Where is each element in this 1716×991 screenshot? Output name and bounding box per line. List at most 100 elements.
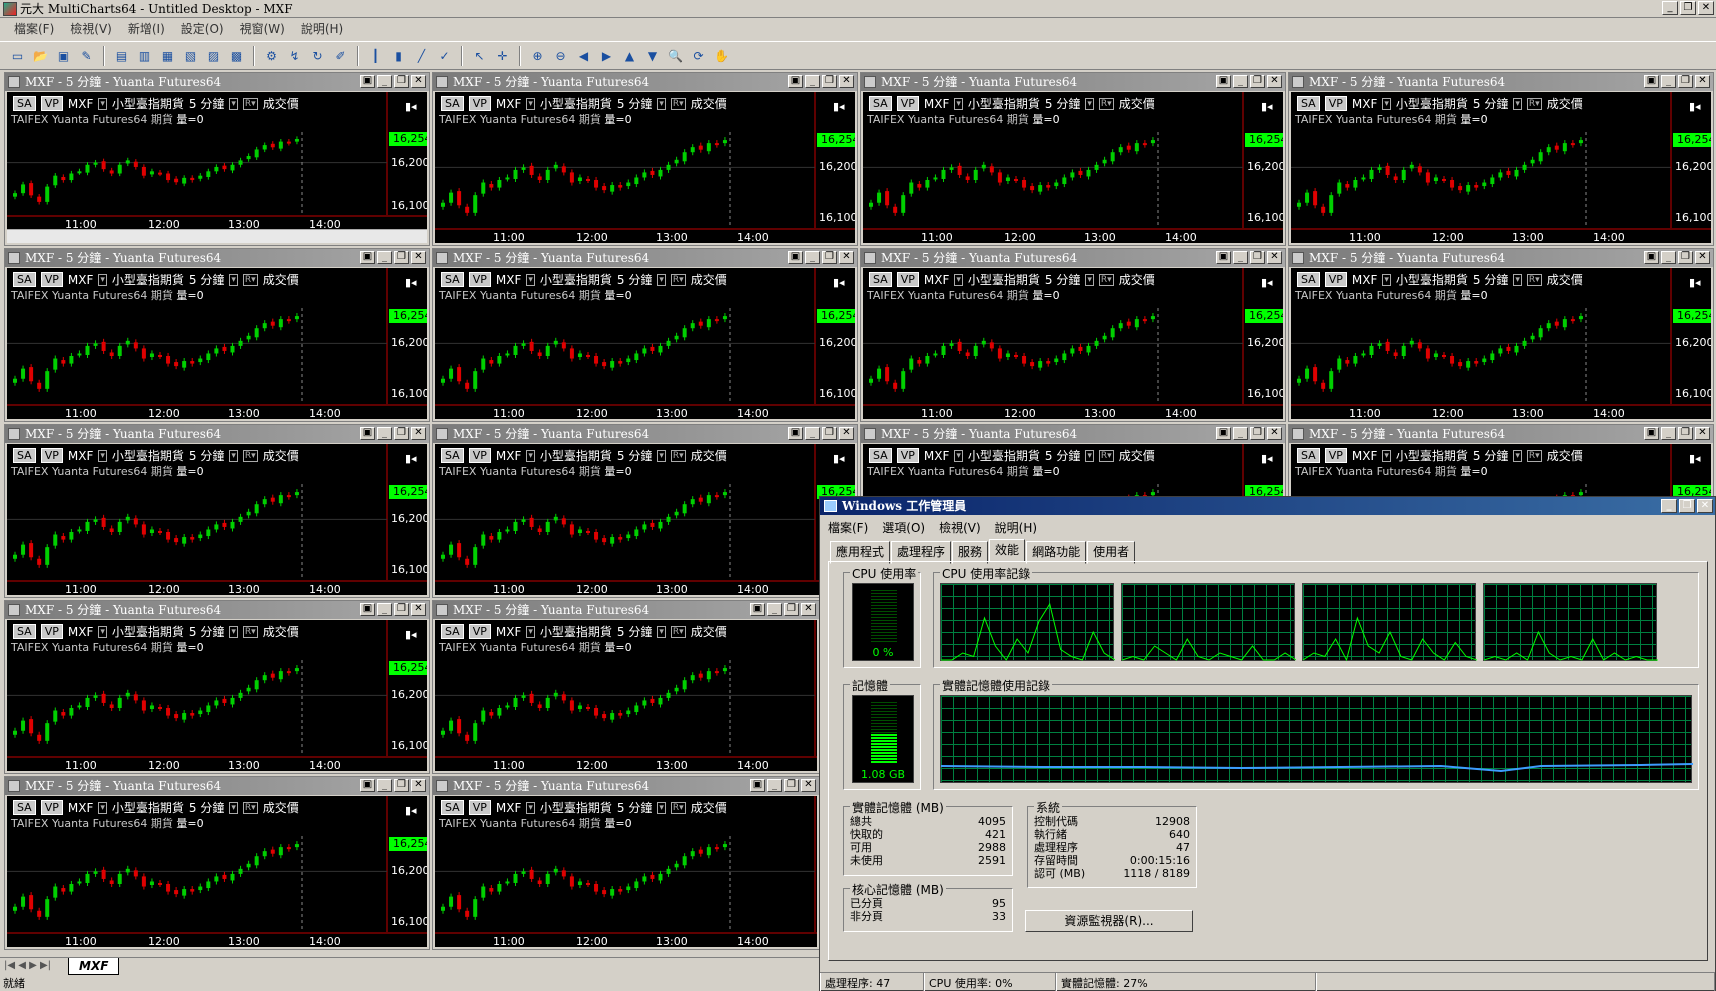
chart-plot-area[interactable]: SA VP MXF ▾ 小型臺指期貨 5 分鐘 ▾ R▾ 成交價 TAIFEX …	[435, 796, 817, 947]
scroll-to-end-icon[interactable]: ▮◂	[1261, 100, 1273, 113]
chart-close-button[interactable]: ✕	[839, 75, 854, 88]
chart-window-titlebar[interactable]: MXF - 5 分鐘 - Yuanta Futures64 ▣ _ ❐ ✕	[5, 73, 429, 91]
save-icon[interactable]: ▣	[54, 46, 73, 65]
scroll-to-end-icon[interactable]: ▮◂	[833, 276, 845, 289]
chart-minimize-button[interactable]: _	[1233, 75, 1248, 88]
sa-button[interactable]: SA	[441, 272, 464, 287]
chart-close-button[interactable]: ✕	[411, 603, 426, 616]
tm-menu-options[interactable]: 選項(O)	[882, 519, 925, 536]
chart-window[interactable]: MXF - 5 分鐘 - Yuanta Futures64 ▣ _ ❐ ✕ SA…	[4, 600, 430, 774]
chart-close-button[interactable]: ✕	[1695, 75, 1710, 88]
chart-window[interactable]: MXF - 5 分鐘 - Yuanta Futures64 ▣ _ ❐ ✕ SA…	[860, 248, 1286, 422]
chart-window[interactable]: MXF - 5 分鐘 - Yuanta Futures64 ▣ _ ❐ ✕ SA…	[4, 424, 430, 598]
chart-close-button[interactable]: ✕	[1695, 427, 1710, 440]
scroll-to-end-icon[interactable]: ▮◂	[405, 804, 417, 817]
chart-format-icon[interactable]: ▣	[360, 779, 375, 792]
insert-indicator-icon[interactable]: ⚙	[262, 46, 281, 65]
dropdown-icon[interactable]: ▾	[98, 97, 107, 110]
interval-dropdown-icon[interactable]: ▾	[657, 273, 666, 286]
edit-icon[interactable]: ✎	[77, 46, 96, 65]
chart-window-titlebar[interactable]: MXF - 5 分鐘 - Yuanta Futures64 ▣ _ ❐ ✕	[861, 425, 1285, 443]
dropdown-icon[interactable]: ▾	[1382, 97, 1391, 110]
chart-format-icon[interactable]: ▣	[750, 779, 765, 792]
sa-button[interactable]: SA	[13, 96, 36, 111]
interval-dropdown-icon[interactable]: ▾	[657, 97, 666, 110]
scroll-to-end-icon[interactable]: ▮◂	[833, 452, 845, 465]
chart-window-titlebar[interactable]: MXF - 5 分鐘 - Yuanta Futures64 ▣ _ ❐ ✕	[1289, 73, 1713, 91]
tab-mxf[interactable]: MXF	[68, 958, 120, 975]
sa-button[interactable]: SA	[1297, 272, 1320, 287]
chart-maximize-button[interactable]: ❐	[394, 251, 409, 264]
chart-minimize-button[interactable]: _	[1233, 427, 1248, 440]
chart-window-titlebar[interactable]: MXF - 5 分鐘 - Yuanta Futures64 ▣ _ ❐ ✕	[5, 249, 429, 267]
price-field-dropdown-icon[interactable]: R▾	[1098, 273, 1114, 286]
tab-performance[interactable]: 效能	[989, 539, 1026, 562]
pointer-icon[interactable]: ↖	[470, 46, 489, 65]
chart-close-button[interactable]: ✕	[1695, 251, 1710, 264]
chart-minimize-button[interactable]: _	[1661, 251, 1676, 264]
vp-button[interactable]: VP	[468, 96, 491, 111]
interval-dropdown-icon[interactable]: ▾	[1085, 449, 1094, 462]
chart-close-button[interactable]: ✕	[411, 427, 426, 440]
new-dom-icon[interactable]: ▦	[158, 46, 177, 65]
vp-button[interactable]: VP	[468, 800, 491, 815]
vp-button[interactable]: VP	[896, 448, 919, 463]
menu-help[interactable]: 說明(H)	[301, 20, 343, 37]
chart-plot-area[interactable]: SA VP MXF ▾ 小型臺指期貨 5 分鐘 ▾ R▾ 成交價 TAIFEX …	[435, 620, 817, 771]
menu-file[interactable]: 檔案(F)	[14, 20, 54, 37]
chart-maximize-button[interactable]: ❐	[394, 603, 409, 616]
chart-minimize-button[interactable]: _	[1233, 251, 1248, 264]
chart-plot-area[interactable]: SA VP MXF ▾ 小型臺指期貨 5 分鐘 ▾ R▾ 成交價 TAIFEX …	[7, 268, 427, 419]
sa-button[interactable]: SA	[441, 624, 464, 639]
chart-maximize-button[interactable]: ❐	[822, 251, 837, 264]
chart-minimize-button[interactable]: _	[377, 427, 392, 440]
dropdown-icon[interactable]: ▾	[98, 801, 107, 814]
price-field-dropdown-icon[interactable]: R▾	[670, 801, 686, 814]
chart-format-icon[interactable]: ▣	[788, 427, 803, 440]
resource-monitor-button[interactable]: 資源監視器(R)...	[1025, 910, 1193, 932]
new-workspace-icon[interactable]: ▭	[8, 46, 27, 65]
down-arrow-icon[interactable]: ▼	[643, 46, 662, 65]
chart-minimize-button[interactable]: _	[767, 603, 782, 616]
chart-minimize-button[interactable]: _	[377, 779, 392, 792]
chart-window-titlebar[interactable]: MXF - 5 分鐘 - Yuanta Futures64 ▣ _ ❐ ✕	[5, 601, 429, 619]
chart-window[interactable]: MXF - 5 分鐘 - Yuanta Futures64 ▣ _ ❐ ✕ SA…	[432, 424, 858, 598]
vp-button[interactable]: VP	[896, 96, 919, 111]
vp-button[interactable]: VP	[40, 800, 63, 815]
chart-window[interactable]: MXF - 5 分鐘 - Yuanta Futures64 ▣ _ ❐ ✕ SA…	[1288, 72, 1714, 246]
interval-dropdown-icon[interactable]: ▾	[229, 97, 238, 110]
interval-dropdown-icon[interactable]: ▾	[229, 625, 238, 638]
tm-minimize-button[interactable]: _	[1661, 499, 1677, 513]
sa-button[interactable]: SA	[13, 272, 36, 287]
chart-maximize-button[interactable]: ❐	[1250, 427, 1265, 440]
chart-plot-area[interactable]: SA VP MXF ▾ 小型臺指期貨 5 分鐘 ▾ R▾ 成交價 TAIFEX …	[435, 92, 855, 243]
chart-close-button[interactable]: ✕	[411, 251, 426, 264]
price-field-dropdown-icon[interactable]: R▾	[1526, 449, 1542, 462]
vp-button[interactable]: VP	[40, 272, 63, 287]
scroll-to-end-icon[interactable]: ▮◂	[1689, 452, 1701, 465]
price-field-dropdown-icon[interactable]: R▾	[1526, 97, 1542, 110]
open-folder-icon[interactable]: 📂	[31, 46, 50, 65]
scroll-to-end-icon[interactable]: ▮◂	[833, 100, 845, 113]
scroll-right-icon[interactable]: ▶	[597, 46, 616, 65]
chart-window[interactable]: MXF - 5 分鐘 - Yuanta Futures64 ▣ _ ❐ ✕ SA…	[432, 776, 820, 950]
sa-button[interactable]: SA	[1297, 448, 1320, 463]
chart-window-titlebar[interactable]: MXF - 5 分鐘 - Yuanta Futures64 ▣ _ ❐ ✕	[861, 249, 1285, 267]
restore-button[interactable]: ❐	[1680, 1, 1696, 15]
chart-format-icon[interactable]: ▣	[1216, 251, 1231, 264]
new-chart-icon[interactable]: ▤	[112, 46, 131, 65]
chart-window-titlebar[interactable]: MXF - 5 分鐘 - Yuanta Futures64 ▣ _ ❐ ✕	[433, 249, 857, 267]
chart-plot-area[interactable]: SA VP MXF ▾ 小型臺指期貨 5 分鐘 ▾ R▾ 成交價 TAIFEX …	[863, 92, 1283, 243]
chart-maximize-button[interactable]: ❐	[394, 427, 409, 440]
sa-button[interactable]: SA	[869, 448, 892, 463]
price-field-dropdown-icon[interactable]: R▾	[242, 801, 258, 814]
dropdown-icon[interactable]: ▾	[98, 625, 107, 638]
chart-maximize-button[interactable]: ❐	[1250, 75, 1265, 88]
interval-dropdown-icon[interactable]: ▾	[1513, 273, 1522, 286]
chart-window-titlebar[interactable]: MXF - 5 分鐘 - Yuanta Futures64 ▣ _ ❐ ✕	[1289, 249, 1713, 267]
chart-minimize-button[interactable]: _	[767, 779, 782, 792]
chart-maximize-button[interactable]: ❐	[394, 779, 409, 792]
interval-dropdown-icon[interactable]: ▾	[229, 801, 238, 814]
price-field-dropdown-icon[interactable]: R▾	[1526, 273, 1542, 286]
chart-plot-area[interactable]: SA VP MXF ▾ 小型臺指期貨 5 分鐘 ▾ R▾ 成交價 TAIFEX …	[7, 620, 427, 771]
